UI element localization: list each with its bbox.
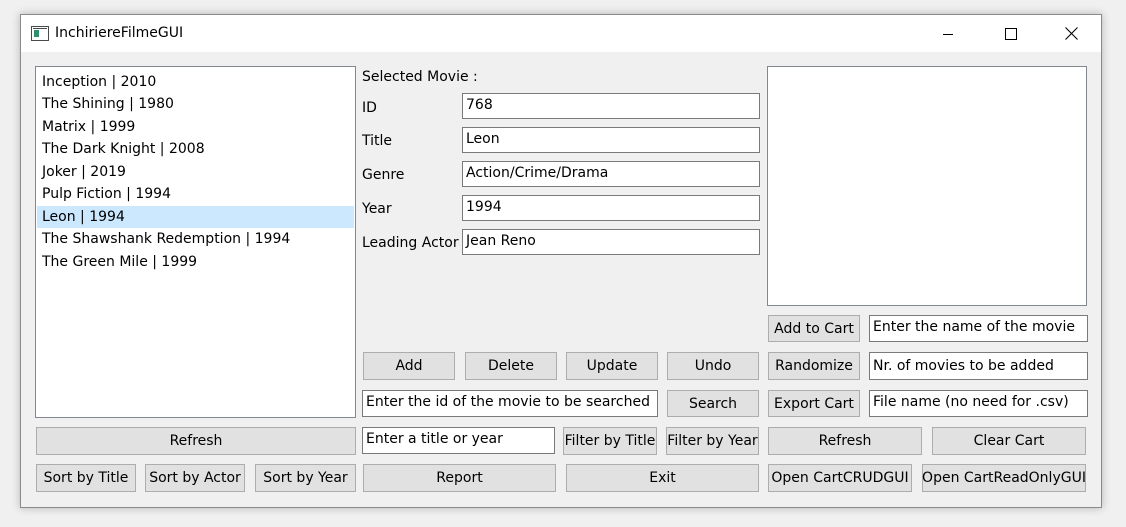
close-icon	[1064, 27, 1078, 40]
title-label: Title	[362, 133, 393, 149]
open-cart-readonly-button[interactable]: Open CartReadOnlyGUI	[922, 464, 1086, 492]
leading-actor-label: Leading Actor	[362, 235, 459, 251]
list-item[interactable]: Matrix | 1999	[37, 116, 354, 138]
add-to-cart-button[interactable]: Add to Cart	[768, 315, 860, 342]
minimize-icon	[943, 33, 953, 35]
year-field[interactable]: 1994	[462, 195, 760, 221]
undo-button[interactable]: Undo	[667, 352, 759, 380]
cart-list[interactable]	[767, 66, 1087, 306]
report-button[interactable]: Report	[363, 464, 556, 492]
filter-by-year-button[interactable]: Filter by Year	[666, 427, 759, 455]
filter-by-title-button[interactable]: Filter by Title	[563, 427, 657, 455]
list-item[interactable]: The Shining | 1980	[37, 93, 354, 115]
year-label: Year	[362, 201, 392, 217]
title-bar[interactable]: InchiriereFilmeGUI	[21, 15, 1101, 52]
exit-button[interactable]: Exit	[566, 464, 759, 492]
minimize-button[interactable]	[925, 15, 971, 52]
main-window: InchiriereFilmeGUI Inception | 2010 The …	[20, 14, 1102, 508]
list-item[interactable]: The Shawshank Redemption | 1994	[37, 228, 354, 250]
list-item[interactable]: Joker | 2019	[37, 161, 354, 183]
movie-list[interactable]: Inception | 2010 The Shining | 1980 Matr…	[35, 66, 356, 418]
sort-by-actor-button[interactable]: Sort by Actor	[145, 464, 245, 492]
open-cart-crud-button[interactable]: Open CartCRUDGUI	[768, 464, 912, 492]
id-label: ID	[362, 100, 377, 116]
list-item-selected[interactable]: Leon | 1994	[37, 206, 354, 228]
export-cart-button[interactable]: Export Cart	[768, 390, 860, 417]
delete-button[interactable]: Delete	[465, 352, 557, 380]
update-button[interactable]: Update	[566, 352, 658, 380]
maximize-icon	[1005, 27, 1017, 40]
clear-cart-button[interactable]: Clear Cart	[932, 427, 1086, 455]
movie-name-input[interactable]: Enter the name of the movie	[869, 315, 1088, 342]
list-item[interactable]: Pulp Fiction | 1994	[37, 183, 354, 205]
title-field[interactable]: Leon	[462, 127, 760, 153]
movie-count-input[interactable]: Nr. of movies to be added	[869, 352, 1088, 380]
list-item[interactable]: The Dark Knight | 2008	[37, 138, 354, 160]
genre-field[interactable]: Action/Crime/Drama	[462, 161, 760, 187]
randomize-button[interactable]: Randomize	[768, 352, 860, 380]
close-button[interactable]	[1048, 15, 1094, 52]
maximize-button[interactable]	[988, 15, 1034, 52]
list-item[interactable]: Inception | 2010	[37, 71, 354, 93]
filter-input[interactable]: Enter a title or year	[362, 427, 555, 454]
window-title: InchiriereFilmeGUI	[55, 25, 184, 41]
sort-by-year-button[interactable]: Sort by Year	[255, 464, 356, 492]
id-field[interactable]: 768	[462, 93, 760, 119]
genre-label: Genre	[362, 167, 405, 183]
refresh-button[interactable]: Refresh	[36, 427, 356, 455]
sort-by-title-button[interactable]: Sort by Title	[36, 464, 136, 492]
selected-movie-header: Selected Movie :	[362, 69, 478, 85]
search-id-input[interactable]: Enter the id of the movie to be searched	[362, 390, 658, 417]
app-icon	[31, 26, 49, 41]
leading-actor-field[interactable]: Jean Reno	[462, 229, 760, 255]
cart-refresh-button[interactable]: Refresh	[768, 427, 922, 455]
search-button[interactable]: Search	[667, 390, 759, 417]
file-name-input[interactable]: File name (no need for .csv)	[869, 390, 1088, 417]
list-item[interactable]: The Green Mile | 1999	[37, 251, 354, 273]
add-button[interactable]: Add	[363, 352, 455, 380]
